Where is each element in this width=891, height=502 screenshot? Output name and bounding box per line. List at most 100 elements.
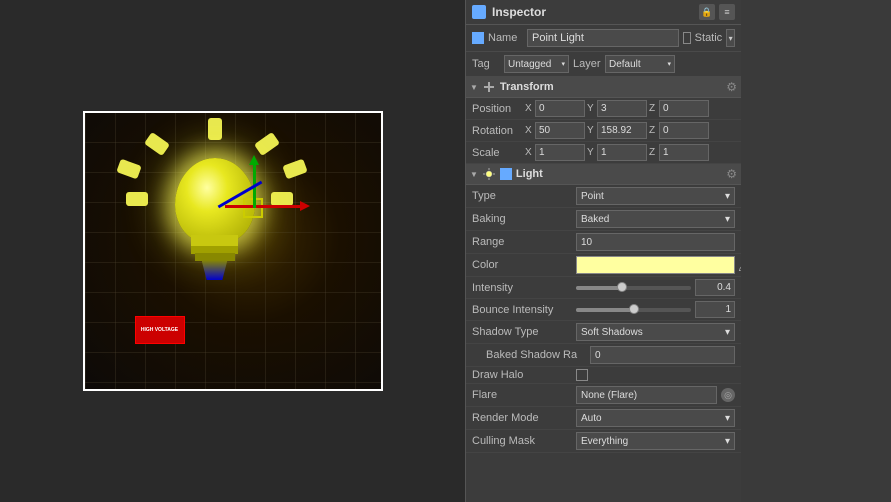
- baked-shadow-label: Baked Shadow Ra: [486, 349, 586, 361]
- tag-layer-row: Tag Untagged ▾ Layer Default ▾: [466, 52, 741, 77]
- scale-axis-group: X Y Z: [525, 144, 735, 161]
- ray-topleft: [143, 132, 169, 156]
- name-row: Name Static ▾: [466, 25, 741, 52]
- header-icons: 🔒 ≡: [699, 4, 735, 20]
- light-gear-icon[interactable]: ⚙: [726, 167, 737, 181]
- inspector-title: Inspector: [492, 5, 693, 19]
- bounce-slider-fill: [576, 308, 634, 312]
- bounce-intensity-row: Bounce Intensity: [466, 299, 741, 321]
- render-mode-dropdown[interactable]: Auto ▾: [576, 409, 735, 427]
- baked-shadow-input[interactable]: [590, 346, 735, 364]
- lock-icon[interactable]: 🔒: [699, 4, 715, 20]
- scale-x-label: X: [525, 147, 533, 158]
- rotation-z-input[interactable]: [659, 122, 709, 139]
- color-label: Color: [472, 259, 572, 271]
- shadow-type-dropdown[interactable]: Soft Shadows ▾: [576, 323, 735, 341]
- intensity-row: Intensity: [466, 277, 741, 299]
- transform-gear-icon[interactable]: ⚙: [726, 80, 737, 94]
- culling-mask-label: Culling Mask: [472, 435, 572, 447]
- range-label: Range: [472, 236, 572, 248]
- intensity-value[interactable]: [695, 279, 735, 296]
- position-x-input[interactable]: [535, 100, 585, 117]
- transform-section-header[interactable]: ▼ Transform ⚙: [466, 77, 741, 98]
- rotation-z-label: Z: [649, 125, 657, 136]
- rotation-x-input[interactable]: [535, 122, 585, 139]
- main-container: HIGH VOLTAGE Inspector 🔒 ≡ Name Static ▾: [0, 0, 891, 502]
- scale-row: Scale X Y Z: [466, 142, 741, 164]
- light-enabled-checkbox[interactable]: [500, 168, 512, 180]
- rotation-x-label: X: [525, 125, 533, 136]
- bulb-tip: [202, 260, 228, 280]
- light-section-header[interactable]: ▼ Light ⚙: [466, 164, 741, 185]
- light-icon: [482, 167, 496, 181]
- color-picker-icon[interactable]: 🖊: [737, 256, 741, 274]
- render-mode-row: Render Mode Auto ▾: [466, 407, 741, 430]
- scale-y-input[interactable]: [597, 144, 647, 161]
- render-mode-label: Render Mode: [472, 412, 572, 424]
- baking-dropdown-arrow: ▾: [725, 214, 730, 225]
- scene-viewport: HIGH VOLTAGE: [83, 111, 383, 391]
- light-title: Light: [516, 168, 722, 180]
- color-row: Color 🖊: [466, 254, 741, 277]
- bounce-value[interactable]: [695, 301, 735, 318]
- shadow-type-row: Shadow Type Soft Shadows ▾: [466, 321, 741, 344]
- scale-z-input[interactable]: [659, 144, 709, 161]
- light-arrow-icon: ▼: [470, 170, 478, 179]
- flare-label: Flare: [472, 389, 572, 401]
- bulb-container: [140, 133, 320, 333]
- baking-dropdown[interactable]: Baked ▾: [576, 210, 735, 228]
- position-label: Position: [472, 103, 522, 115]
- hv-sign: HIGH VOLTAGE: [135, 316, 185, 344]
- position-axis-group: X Y Z: [525, 100, 735, 117]
- layer-dropdown[interactable]: Default ▾: [605, 55, 675, 73]
- intensity-label: Intensity: [472, 282, 572, 294]
- ray-top: [208, 118, 222, 140]
- tag-dropdown-arrow: ▾: [561, 60, 565, 68]
- range-row: Range: [466, 231, 741, 254]
- color-swatch[interactable]: [576, 256, 735, 274]
- rotation-row: Rotation X Y Z: [466, 120, 741, 142]
- scale-x-input[interactable]: [535, 144, 585, 161]
- draw-halo-checkbox[interactable]: [576, 369, 588, 381]
- rotation-axis-group: X Y Z: [525, 122, 735, 139]
- scene-panel: HIGH VOLTAGE: [0, 0, 465, 502]
- active-checkbox[interactable]: [472, 32, 484, 44]
- transform-title: Transform: [500, 81, 722, 93]
- draw-halo-row: Draw Halo: [466, 367, 741, 384]
- name-label: Name: [488, 32, 523, 44]
- culling-mask-dropdown[interactable]: Everything ▾: [576, 432, 735, 450]
- menu-icon[interactable]: ≡: [719, 4, 735, 20]
- shadow-type-label: Shadow Type: [472, 326, 572, 338]
- shadow-type-dropdown-arrow: ▾: [725, 327, 730, 338]
- transform-x-handle: [225, 205, 305, 208]
- static-checkbox[interactable]: [683, 32, 691, 44]
- position-x-label: X: [525, 103, 533, 114]
- type-dropdown[interactable]: Point ▾: [576, 187, 735, 205]
- baking-row: Baking Baked ▾: [466, 208, 741, 231]
- range-input[interactable]: [576, 233, 735, 251]
- bulb-neck2: [195, 253, 235, 261]
- transform-icon: [482, 80, 496, 94]
- position-z-input[interactable]: [659, 100, 709, 117]
- bulb-scene: HIGH VOLTAGE: [85, 113, 381, 389]
- tag-dropdown[interactable]: Untagged ▾: [504, 55, 569, 73]
- intensity-slider-fill: [576, 286, 622, 290]
- position-z-label: Z: [649, 103, 657, 114]
- bounce-slider-track[interactable]: [576, 308, 691, 312]
- layer-dropdown-arrow: ▾: [667, 60, 671, 68]
- render-mode-dropdown-arrow: ▾: [725, 413, 730, 424]
- rotation-y-input[interactable]: [597, 122, 647, 139]
- type-dropdown-arrow: ▾: [725, 191, 730, 202]
- position-y-label: Y: [587, 103, 595, 114]
- position-y-input[interactable]: [597, 100, 647, 117]
- static-dropdown[interactable]: ▾: [726, 29, 735, 47]
- baking-label: Baking: [472, 213, 572, 225]
- draw-halo-label: Draw Halo: [472, 369, 572, 381]
- name-input[interactable]: [527, 29, 679, 47]
- intensity-slider-thumb[interactable]: [617, 282, 627, 292]
- scale-y-label: Y: [587, 147, 595, 158]
- flare-target-icon[interactable]: ◎: [721, 388, 735, 402]
- intensity-slider-track[interactable]: [576, 286, 691, 290]
- bounce-slider-thumb[interactable]: [629, 304, 639, 314]
- flare-dropdown[interactable]: None (Flare): [576, 386, 717, 404]
